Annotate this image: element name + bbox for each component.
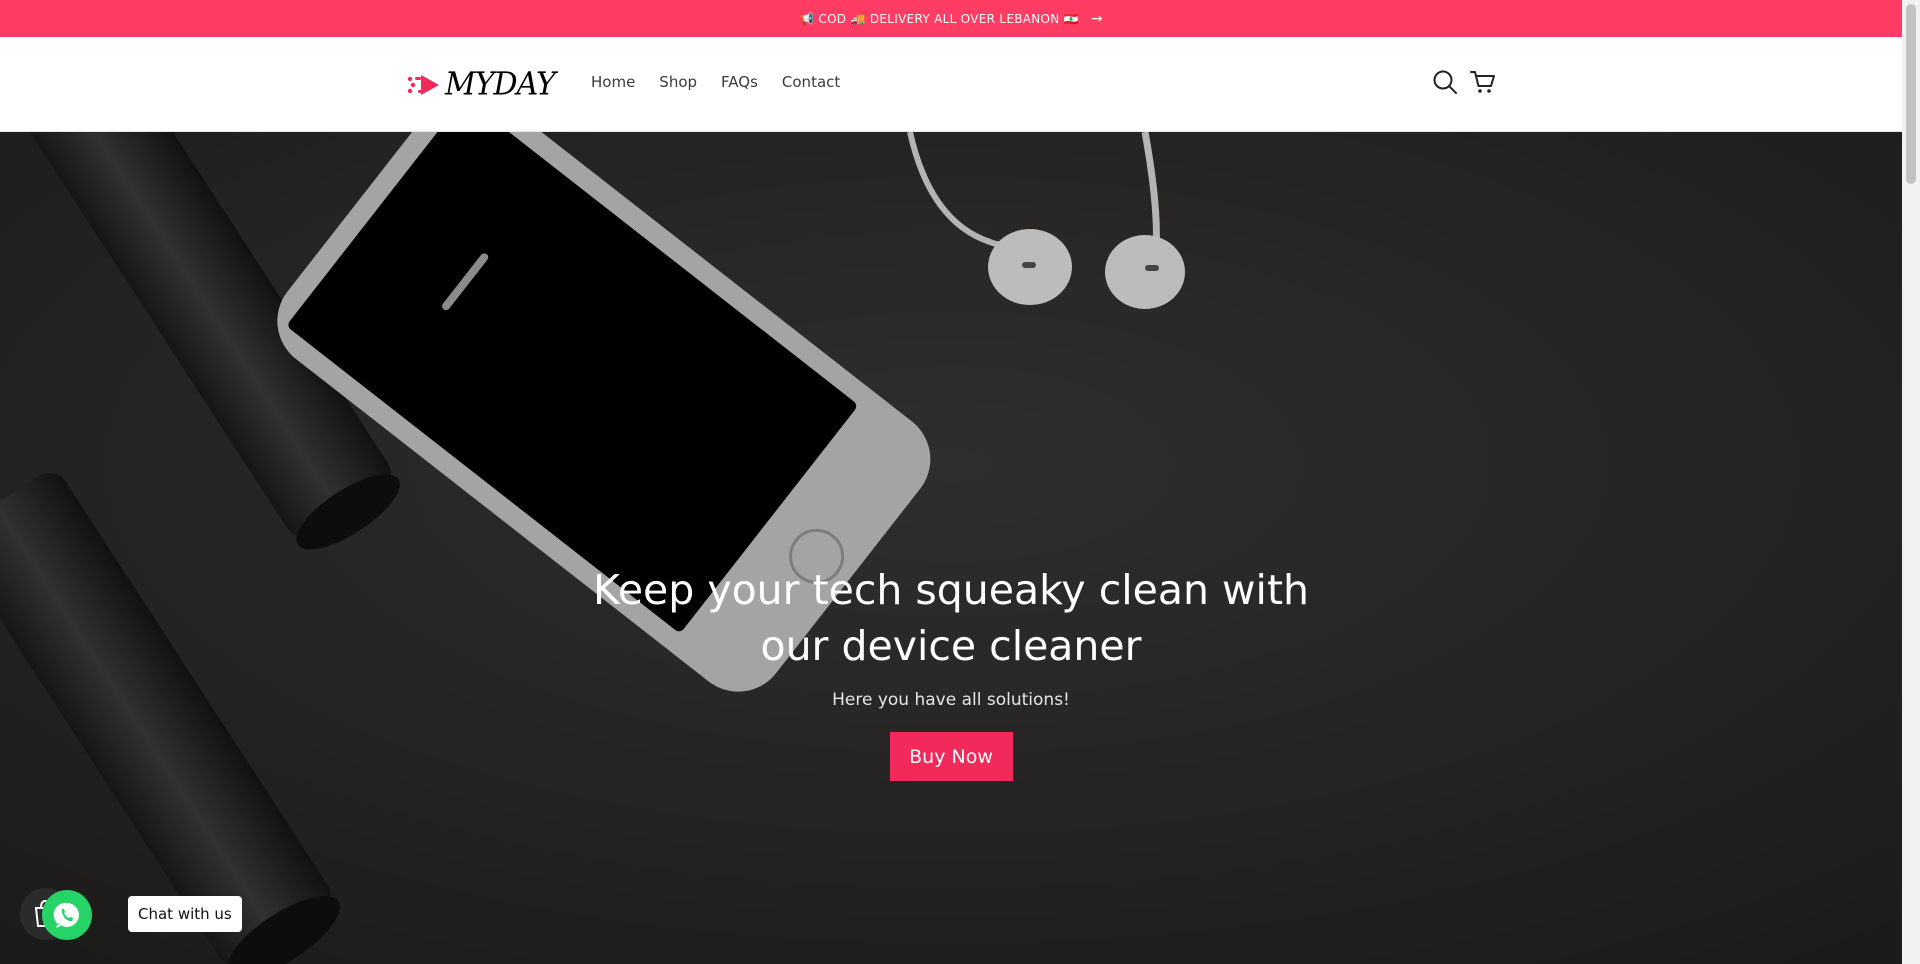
hero-banner: Keep your tech squeaky clean with our de… xyxy=(0,132,1902,964)
scrollbar-thumb[interactable] xyxy=(1906,4,1916,184)
logo-mark-icon xyxy=(407,74,439,95)
arrow-right-icon[interactable]: → xyxy=(1091,11,1103,27)
buy-now-button[interactable]: Buy Now xyxy=(889,732,1013,781)
site-header: MYDAY Home Shop FAQs Contact xyxy=(0,37,1902,132)
main-nav: Home Shop FAQs Contact xyxy=(591,73,840,91)
shop-avatar[interactable] xyxy=(20,888,92,940)
logo-text: MYDAY xyxy=(445,66,556,103)
hero-background-image xyxy=(0,132,1902,964)
search-icon xyxy=(1433,70,1457,94)
search-button[interactable] xyxy=(1431,68,1459,96)
page-scrollbar[interactable] xyxy=(1902,0,1920,964)
announcement-text: 📢 COD 🚚 DELIVERY ALL OVER LEBANON 🇱🇧 xyxy=(799,11,1079,26)
site-logo[interactable]: MYDAY xyxy=(407,66,556,103)
cart-button[interactable] xyxy=(1469,68,1497,96)
nav-contact[interactable]: Contact xyxy=(782,73,840,91)
chat-widget[interactable]: Chat with us xyxy=(20,888,242,940)
hero-content: Keep your tech squeaky clean with our de… xyxy=(0,562,1902,781)
whatsapp-icon xyxy=(53,902,79,928)
nav-home[interactable]: Home xyxy=(591,73,635,91)
chat-with-us-label[interactable]: Chat with us xyxy=(128,896,242,932)
nav-shop[interactable]: Shop xyxy=(659,73,697,91)
cart-icon xyxy=(1470,71,1495,93)
hero-title: Keep your tech squeaky clean with our de… xyxy=(592,566,1310,670)
nav-faqs[interactable]: FAQs xyxy=(721,73,758,91)
whatsapp-button[interactable] xyxy=(42,890,92,940)
header-actions xyxy=(1431,68,1497,96)
hero-subtitle: Here you have all solutions! xyxy=(832,690,1070,710)
announcement-bar[interactable]: 📢 COD 🚚 DELIVERY ALL OVER LEBANON 🇱🇧 → xyxy=(0,0,1902,37)
